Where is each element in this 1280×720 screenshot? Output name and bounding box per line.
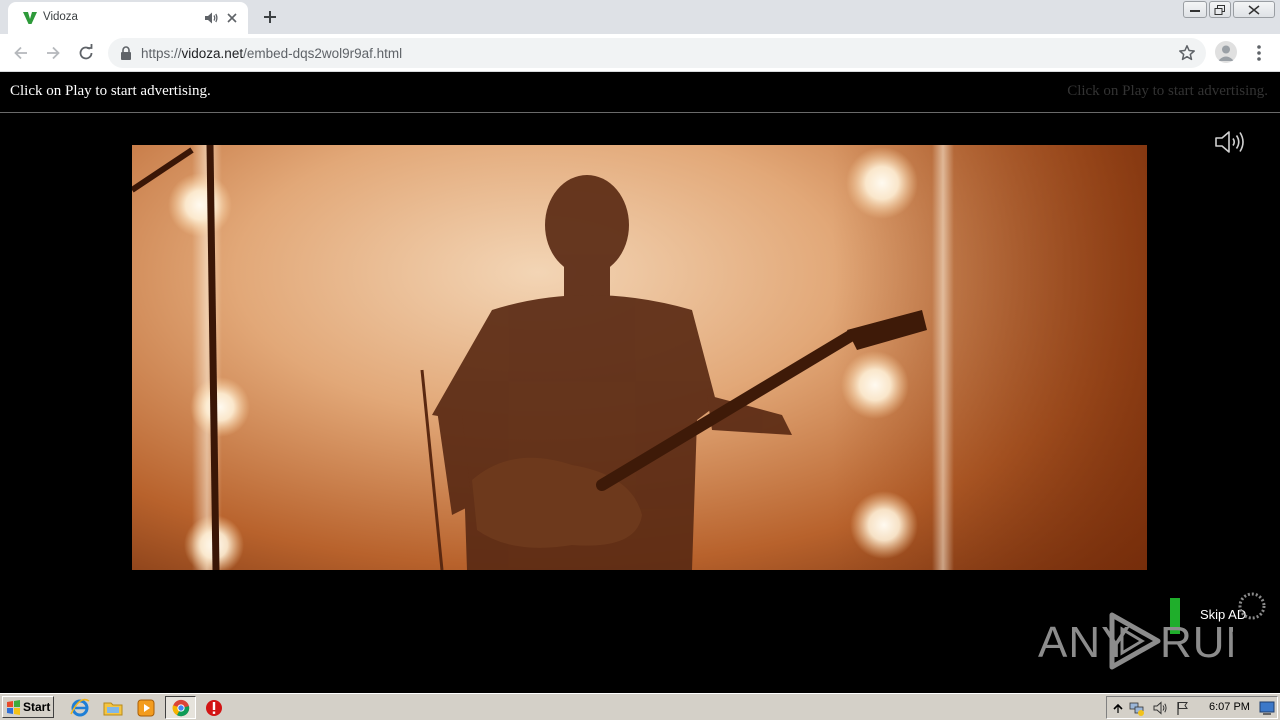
- menu-dots-icon[interactable]: [1249, 43, 1269, 63]
- tab-strip: Vidoza: [0, 0, 1280, 34]
- new-tab-icon[interactable]: [260, 7, 280, 27]
- speaker-tray-icon[interactable]: [1152, 700, 1168, 716]
- window-minimize-button[interactable]: [1183, 1, 1207, 18]
- page-content: Click on Play to start advertising. Clic…: [0, 72, 1280, 693]
- show-hidden-icons-icon[interactable]: [1110, 700, 1126, 716]
- action-center-flag-icon[interactable]: [1175, 700, 1191, 716]
- minimize-icon: [1190, 9, 1200, 12]
- system-tray: 6:07 PM: [1106, 696, 1278, 719]
- windows-taskbar: Start 6:07 PM: [0, 693, 1280, 720]
- forward-arrow-icon[interactable]: [43, 43, 63, 63]
- file-explorer-icon[interactable]: [102, 697, 124, 719]
- stop-icon[interactable]: [203, 697, 225, 719]
- chrome-taskbar-button[interactable]: [165, 696, 196, 719]
- bookmark-star-icon[interactable]: [1178, 44, 1196, 62]
- url-path: /embed-dqs2wol9r9af.html: [243, 46, 403, 61]
- browser-tab[interactable]: Vidoza: [8, 2, 248, 34]
- url-scheme: https://: [141, 46, 182, 61]
- ad-text-left[interactable]: Click on Play to start advertising.: [10, 83, 211, 100]
- taskbar-clock[interactable]: 6:07 PM: [1209, 701, 1250, 713]
- url-host: vidoza.net: [181, 46, 244, 61]
- show-desktop-icon[interactable]: [1259, 700, 1275, 716]
- media-player-icon[interactable]: [135, 697, 157, 719]
- restore-icon: [1214, 4, 1225, 15]
- anyrun-watermark-logo: ANY RUN: [1038, 612, 1233, 670]
- loading-spinner-icon: [1238, 592, 1266, 620]
- browser-toolbar: https://vidoza.net/embed-dqs2wol9r9af.ht…: [0, 34, 1280, 72]
- address-bar[interactable]: https://vidoza.net/embed-dqs2wol9r9af.ht…: [108, 38, 1206, 68]
- volume-icon[interactable]: [1214, 129, 1246, 155]
- back-arrow-icon[interactable]: [11, 43, 31, 63]
- chrome-icon: [172, 699, 190, 717]
- svg-text:RUN: RUN: [1160, 618, 1233, 667]
- lock-icon[interactable]: [120, 46, 132, 60]
- tab-close-icon[interactable]: [224, 10, 240, 26]
- video-frame-image: [132, 145, 1147, 570]
- internet-explorer-icon[interactable]: [69, 697, 91, 719]
- ad-text-right[interactable]: Click on Play to start advertising.: [1067, 83, 1268, 100]
- video-player[interactable]: [132, 145, 1147, 570]
- svg-text:ANY: ANY: [1038, 618, 1131, 667]
- window-restore-button[interactable]: [1209, 1, 1231, 18]
- tab-audio-icon[interactable]: [204, 11, 218, 25]
- tab-title: Vidoza: [43, 11, 78, 23]
- window-close-button[interactable]: [1233, 1, 1275, 18]
- reload-icon[interactable]: [76, 43, 96, 63]
- start-button[interactable]: Start: [2, 696, 54, 718]
- start-label: Start: [23, 700, 51, 714]
- url-text[interactable]: https://vidoza.net/embed-dqs2wol9r9af.ht…: [141, 46, 402, 61]
- profile-avatar-icon[interactable]: [1215, 41, 1237, 63]
- windows-flag-icon: [7, 700, 20, 715]
- ad-banner[interactable]: Click on Play to start advertising. Clic…: [0, 72, 1280, 113]
- vidoza-favicon-icon: [23, 12, 37, 24]
- close-x-icon: [1248, 4, 1260, 15]
- network-icon[interactable]: [1129, 700, 1145, 716]
